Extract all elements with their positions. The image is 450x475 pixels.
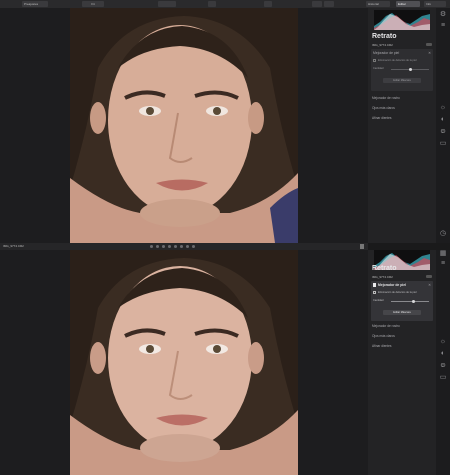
dot-icon[interactable] (168, 245, 171, 248)
compare-icon[interactable] (158, 1, 176, 7)
tool-rail-top: ⚙ ≡ ☼ ◐ ☺ ▭ ◷ (436, 8, 450, 243)
portrait-photo-after (70, 250, 298, 475)
presets-button[interactable]: Preajustes (22, 1, 48, 7)
card-title[interactable]: Mejorador de piel (373, 51, 399, 55)
section-face[interactable]: Mejorador de rostro (372, 324, 400, 328)
section-eyes[interactable]: Ojos más claros (372, 334, 395, 338)
layers-icon[interactable]: ≡ (439, 22, 447, 30)
tool-rail-bottom: ▦ ≡ ☼ ◐ ☺ ▭ (436, 250, 450, 475)
slider-knob[interactable] (408, 68, 412, 71)
crop-icon[interactable]: ▭ (439, 374, 447, 382)
view-dots[interactable] (150, 245, 195, 248)
active-indicator (373, 283, 376, 287)
sun-icon[interactable]: ☼ (439, 338, 447, 346)
slider-label: Cantidad (373, 299, 384, 302)
dot-icon[interactable] (150, 245, 153, 248)
dot-icon[interactable] (192, 245, 195, 248)
dot-icon[interactable] (162, 245, 165, 248)
edit-mask-button[interactable]: Editar Máscara (383, 310, 421, 315)
zoom-button[interactable]: Fit (82, 1, 104, 7)
panel-title: Retrato (372, 33, 397, 40)
after-canvas (0, 250, 368, 475)
compare-divider: IMG_9774.CR2 (0, 243, 368, 250)
clock-icon[interactable]: ◷ (439, 230, 447, 238)
dot-icon[interactable] (186, 245, 189, 248)
undo-icon[interactable] (208, 1, 216, 7)
gear-icon[interactable]: ⚙ (439, 11, 447, 19)
badge-icon (426, 43, 432, 46)
portrait-photo-before (70, 8, 298, 243)
tab-edit[interactable]: Editar (396, 1, 420, 7)
sun-icon[interactable]: ☼ (439, 104, 447, 112)
tab-info[interactable]: Info (424, 1, 446, 7)
grid-icon[interactable]: ▦ (439, 250, 447, 258)
slider-knob[interactable] (412, 300, 416, 303)
histogram (374, 10, 430, 30)
option-checkbox[interactable] (373, 59, 376, 62)
panel-filename: IMG_9774.CR2 (372, 275, 393, 279)
edit-mask-button[interactable]: Editar Máscara (383, 78, 421, 83)
card-title[interactable]: Mejorador de piel (378, 283, 406, 287)
card-option: Eliminación de defectos de la piel (378, 291, 417, 294)
crop-icon[interactable]: ▭ (439, 140, 447, 148)
badge-icon (426, 275, 432, 278)
option-checkbox[interactable] (373, 291, 376, 294)
tab-history[interactable]: Historial (366, 1, 390, 7)
top-toolbar: Preajustes Fit Historial Editar Info (0, 0, 450, 8)
before-canvas (0, 8, 368, 243)
divider-filename: IMG_9774.CR2 (3, 244, 24, 248)
close-icon[interactable]: ✕ (428, 283, 431, 287)
close-icon[interactable]: ✕ (428, 51, 431, 55)
section-eyes[interactable]: Ojos más claros (372, 106, 395, 110)
section-teeth[interactable]: Afinar dientes (372, 116, 392, 120)
redo-icon[interactable] (264, 1, 272, 7)
sliders-icon[interactable]: ≡ (439, 260, 447, 268)
face-icon[interactable]: ☺ (439, 128, 447, 136)
section-face[interactable]: Mejorador de rostro (372, 96, 400, 100)
panel-title: Retrato (372, 265, 397, 272)
amount-slider[interactable] (391, 300, 429, 303)
slider-label: Cantidad (373, 67, 384, 70)
palette-icon[interactable]: ◐ (439, 116, 447, 124)
palette-icon[interactable]: ◐ (439, 350, 447, 358)
face-icon[interactable]: ☺ (439, 362, 447, 370)
panel-filename: IMG_9774.CR2 (372, 43, 393, 47)
card-option: Eliminación de defectos de la piel (378, 59, 417, 62)
skin-enhancer-card: Mejorador de piel ✕ Eliminación de defec… (371, 49, 433, 91)
split-view-icon[interactable] (324, 1, 334, 7)
dot-icon[interactable] (156, 245, 159, 248)
single-view-icon[interactable] (312, 1, 322, 7)
dot-icon[interactable] (174, 245, 177, 248)
trash-icon[interactable] (360, 244, 364, 249)
edit-panel-bottom: Retrato IMG_9774.CR2 Mejorador de piel ✕… (368, 250, 436, 475)
skin-enhancer-card: Mejorador de piel ✕ Eliminación de defec… (371, 281, 433, 321)
dot-icon[interactable] (180, 245, 183, 248)
edit-panel-top: Retrato IMG_9774.CR2 Mejorador de piel ✕… (368, 8, 436, 243)
amount-slider[interactable] (391, 68, 429, 71)
section-teeth[interactable]: Afinar dientes (372, 344, 392, 348)
